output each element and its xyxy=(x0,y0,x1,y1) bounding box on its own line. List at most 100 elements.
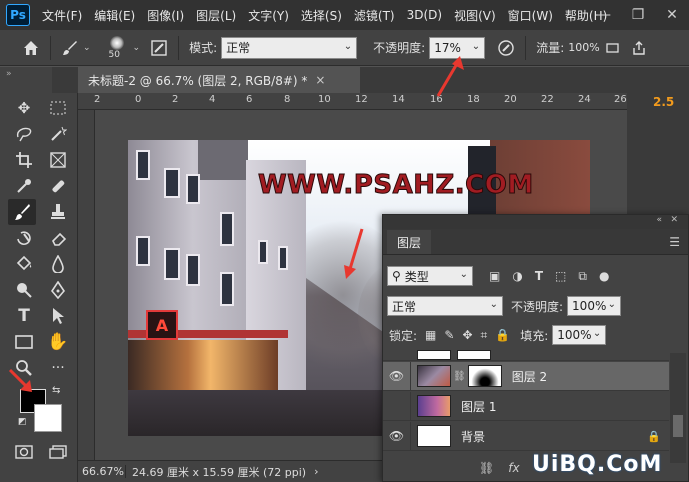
lock-all-icon[interactable]: 🔒 xyxy=(495,328,510,342)
panel-collapse-icon[interactable]: » xyxy=(6,69,12,79)
status-menu-arrow[interactable]: › xyxy=(314,465,318,478)
type-tool-icon[interactable]: T xyxy=(10,303,38,329)
chevron-down-icon[interactable]: ⌄ xyxy=(133,43,141,53)
adjustment-filter-icon[interactable]: ◑ xyxy=(512,269,522,283)
ruler-tick: 2 xyxy=(94,94,101,105)
maximize-button[interactable]: ❐ xyxy=(621,0,655,30)
healing-brush-icon[interactable] xyxy=(44,173,72,199)
ruler-tick: 10 xyxy=(318,94,331,105)
layer-blend-mode-select[interactable]: 正常 ⌄ xyxy=(387,296,503,316)
layer-row[interactable]: 👁 背景 🔒 xyxy=(383,421,669,451)
fill-field[interactable]: 100% ⌄ xyxy=(552,325,607,345)
clone-stamp-icon[interactable] xyxy=(44,199,72,225)
scroll-thumb[interactable] xyxy=(673,415,683,437)
flow-value[interactable]: 100% xyxy=(568,41,599,54)
blur-tool-icon[interactable] xyxy=(44,251,72,277)
menu-file[interactable]: 文件(F) xyxy=(36,7,88,24)
brush-tool-icon[interactable] xyxy=(57,35,83,61)
airbrush-icon[interactable] xyxy=(600,35,626,61)
type-filter-icon[interactable]: T xyxy=(535,269,543,283)
filter-toggle-icon[interactable]: ● xyxy=(599,269,609,283)
layer-name[interactable]: 图层 1 xyxy=(461,398,496,415)
layer-opacity-value: 100% xyxy=(572,299,607,313)
layer-row[interactable]: 图层 1 xyxy=(383,391,669,421)
brush-tool-icon[interactable] xyxy=(8,199,36,225)
visibility-eye-icon[interactable]: 👁 xyxy=(383,421,411,451)
menu-layer[interactable]: 图层(L) xyxy=(190,7,242,24)
close-button[interactable]: ✕ xyxy=(655,0,689,30)
menu-image[interactable]: 图像(I) xyxy=(141,7,190,24)
menu-3d[interactable]: 3D(D) xyxy=(401,8,448,22)
screen-mode-icon[interactable] xyxy=(44,439,72,465)
background-color-swatch[interactable] xyxy=(34,404,62,432)
visibility-eye-icon[interactable]: 👁 xyxy=(383,361,411,391)
home-icon[interactable] xyxy=(18,35,44,61)
pressure-opacity-icon[interactable] xyxy=(493,35,519,61)
brush-preset-picker[interactable]: 50 xyxy=(101,33,133,63)
paint-bucket-icon[interactable] xyxy=(10,251,38,277)
crop-tool-icon[interactable] xyxy=(10,147,38,173)
menu-view[interactable]: 视图(V) xyxy=(448,7,502,24)
more-tools-icon[interactable]: ··· xyxy=(44,355,72,381)
fx-icon[interactable]: fx xyxy=(508,461,519,475)
menu-select[interactable]: 选择(S) xyxy=(295,7,348,24)
lock-position-icon[interactable]: ✥ xyxy=(462,328,472,342)
hand-tool-icon[interactable]: ✋ xyxy=(44,329,72,355)
opacity-label: 不透明度: xyxy=(373,41,426,55)
rectangle-tool-icon[interactable] xyxy=(10,329,38,355)
layer-opacity-field[interactable]: 100% ⌄ xyxy=(567,296,622,316)
zoom-level[interactable]: 66.67% xyxy=(78,465,126,478)
menu-filter[interactable]: 滤镜(T) xyxy=(348,7,401,24)
shape-filter-icon[interactable]: ⬚ xyxy=(555,269,566,283)
layer-name[interactable]: 背景 xyxy=(461,428,485,445)
chevron-down-icon: ⌄ xyxy=(592,328,602,339)
chevron-down-icon[interactable]: ⌄ xyxy=(83,43,91,53)
swap-colors-icon[interactable]: ⇆ xyxy=(52,385,60,396)
menu-type[interactable]: 文字(Y) xyxy=(242,7,295,24)
eyedropper-icon[interactable] xyxy=(10,173,38,199)
close-panel-icon[interactable]: ✕ xyxy=(670,215,678,225)
eraser-icon[interactable] xyxy=(44,225,72,251)
path-selection-icon[interactable] xyxy=(44,303,72,329)
layer-filter-select[interactable]: ⚲ 类型 ⌄ xyxy=(387,266,473,286)
lasso-tool-icon[interactable] xyxy=(10,121,38,147)
collapsed-panel xyxy=(627,67,689,217)
layer-mask-thumbnail xyxy=(457,349,491,360)
minimize-button[interactable]: — xyxy=(587,0,621,30)
visibility-toggle-empty[interactable] xyxy=(383,391,411,421)
close-tab-icon[interactable]: × xyxy=(315,73,325,87)
tab-layers[interactable]: 图层 xyxy=(387,230,432,254)
smart-object-filter-icon[interactable]: ⧉ xyxy=(578,269,587,284)
panel-menu-icon[interactable]: ☰ xyxy=(669,235,680,249)
layer-opacity-label: 不透明度: xyxy=(511,299,564,314)
collapse-icon[interactable]: « xyxy=(656,215,662,225)
dodge-tool-icon[interactable] xyxy=(10,277,38,303)
default-colors-icon[interactable]: ◩ xyxy=(18,417,27,427)
lock-artboard-icon[interactable]: ⌗ xyxy=(481,328,488,343)
magic-wand-icon[interactable] xyxy=(44,121,72,147)
blend-mode-select[interactable]: 正常 ⌄ xyxy=(221,36,358,59)
layer-mask-thumbnail[interactable] xyxy=(467,365,502,387)
pixel-filter-icon[interactable]: ▣ xyxy=(489,269,500,283)
move-tool-icon[interactable]: ✥ xyxy=(10,95,38,121)
brush-settings-icon[interactable] xyxy=(146,35,172,61)
layers-scrollbar[interactable] xyxy=(670,353,686,463)
lock-image-icon[interactable]: ✎ xyxy=(444,328,454,342)
link-layers-icon[interactable]: ⛓ xyxy=(479,461,494,475)
share-icon[interactable] xyxy=(626,35,652,61)
layer-thumbnail xyxy=(417,395,451,417)
lock-icon: 🔒 xyxy=(647,429,661,443)
quick-mask-icon[interactable] xyxy=(10,439,38,465)
lock-transparency-icon[interactable]: ▦ xyxy=(425,328,436,342)
pen-tool-icon[interactable] xyxy=(44,277,72,303)
link-icon[interactable]: ⛓ xyxy=(453,371,466,382)
marquee-tool-icon[interactable] xyxy=(44,95,72,121)
document-tab[interactable]: 未标题-2 @ 66.7% (图层 2, RGB/8#) * × xyxy=(78,67,360,93)
layer-blend-mode-value: 正常 xyxy=(392,299,417,314)
frame-tool-icon[interactable] xyxy=(44,147,72,173)
layer-name[interactable]: 图层 2 xyxy=(512,368,547,385)
menu-window[interactable]: 窗口(W) xyxy=(502,7,559,24)
history-brush-icon[interactable] xyxy=(10,225,38,251)
layer-row[interactable]: 👁 ⛓ 图层 2 xyxy=(383,361,669,391)
menu-edit[interactable]: 编辑(E) xyxy=(88,7,141,24)
